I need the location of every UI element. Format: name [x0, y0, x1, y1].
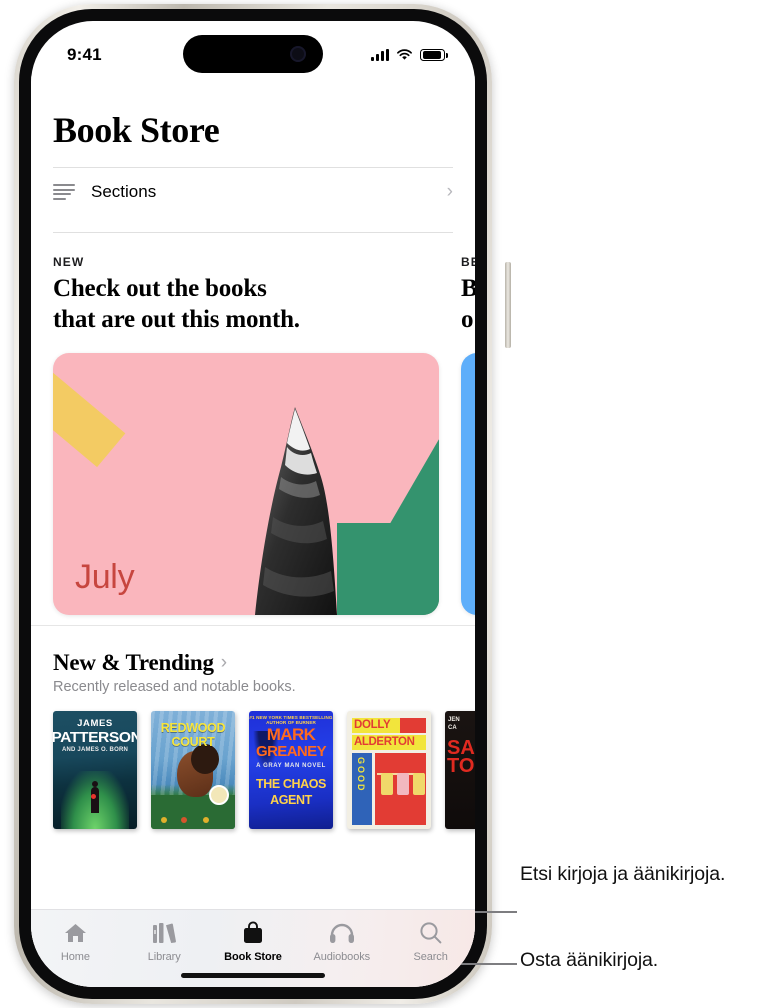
power-button[interactable]	[505, 262, 511, 348]
new-and-trending-section: New & Trending › Recently released and n…	[31, 626, 475, 695]
callout-text-audiobooks: Osta äänikirjoja.	[520, 949, 659, 971]
dynamic-island	[183, 35, 323, 73]
book-cover[interactable]: JAMES PATTERSON AND JAMES O. BORN	[53, 711, 137, 829]
card-headline-line1: Check out the books	[53, 275, 267, 302]
artwork-month-label: July	[75, 558, 135, 596]
book-cover[interactable]: JEN CA SA HT TO	[445, 711, 475, 829]
tab-search[interactable]: Search	[386, 920, 475, 963]
cover-series-label: A GRAY MAN NOVEL	[256, 763, 326, 769]
tab-book-store[interactable]: Book Store	[209, 920, 298, 963]
featured-carousel[interactable]: NEW Check out the books that are out thi…	[31, 233, 475, 621]
front-camera-lens	[290, 46, 306, 62]
cover-top-line: #1 NEW YORK TIMES BESTSELLING AUTHOR OF …	[249, 715, 333, 725]
phone-frame: 9:41 Book Store Sections › NEW Check out…	[14, 4, 511, 1004]
cover-author-line1: JAMES	[77, 718, 113, 729]
status-bar-time: 9:41	[67, 45, 102, 64]
cellular-signal-icon	[371, 49, 389, 61]
card-headline: B o	[461, 274, 475, 335]
cover-figure-art	[91, 781, 99, 813]
search-icon	[419, 920, 443, 946]
sections-label: Sections	[91, 182, 157, 201]
page-title: Book Store	[53, 110, 220, 150]
cover-title-fragment: SA HT TO	[447, 737, 475, 778]
cover-author-line2: PATTERSON	[53, 729, 137, 746]
cover-note-art	[400, 718, 426, 733]
tab-label: Book Store	[224, 951, 282, 963]
card-artwork[interactable]: July	[53, 353, 439, 615]
headphones-icon	[329, 920, 355, 946]
featured-card[interactable]: BE B o	[461, 255, 475, 615]
cover-red-dot-art	[91, 794, 96, 799]
book-cover[interactable]: REDWOOD COURT	[151, 711, 235, 829]
home-indicator[interactable]	[181, 973, 325, 978]
cover-garment-art	[397, 773, 409, 795]
cover-author-line3: AND JAMES O. BORN	[61, 747, 129, 753]
tab-label: Home	[60, 951, 90, 963]
section-title: New & Trending	[53, 650, 214, 675]
book-store-app: Book Store Sections › NEW Check out the …	[31, 75, 475, 987]
battery-icon	[420, 48, 448, 62]
home-icon	[63, 920, 88, 946]
sections-list-icon	[53, 184, 75, 200]
card-headline-line1: B	[461, 275, 475, 302]
cover-flower-art	[181, 817, 187, 823]
card-headline-line2: that are out this month.	[53, 305, 300, 333]
book-cover[interactable]: #1 NEW YORK TIMES BESTSELLING AUTHOR OF …	[249, 711, 333, 829]
card-artwork[interactable]	[461, 353, 475, 615]
cover-award-badge-art	[209, 785, 229, 805]
wifi-icon	[397, 49, 412, 60]
tab-library[interactable]: Library	[120, 920, 209, 963]
tab-home[interactable]: Home	[31, 920, 120, 963]
phone-bezel: 9:41 Book Store Sections › NEW Check out…	[19, 9, 487, 999]
cover-garment-art	[381, 773, 393, 795]
callout-text-search: Etsi kirjoja ja äänikirjoja.	[520, 863, 726, 885]
cover-author-line2: CA	[448, 725, 457, 731]
status-bar-indicators	[371, 48, 448, 62]
card-eyebrow: BE	[461, 255, 475, 269]
tab-label: Search	[413, 951, 448, 963]
tab-label: Library	[147, 951, 181, 963]
cover-flower-art	[161, 817, 167, 823]
cover-author-line1: JEN	[448, 717, 460, 723]
mountain-photo	[255, 407, 337, 615]
cover-author-line2: ALDERTON	[354, 736, 415, 748]
tab-label: Audiobooks	[313, 951, 371, 963]
sections-button[interactable]: Sections ›	[31, 168, 475, 216]
ruler-arm-left	[53, 353, 126, 468]
screenshot-root: 9:41 Book Store Sections › NEW Check out…	[0, 0, 774, 1008]
shopping-bag-icon	[242, 920, 264, 946]
card-headline-line2: o	[461, 305, 474, 333]
tab-audiobooks[interactable]: Audiobooks	[297, 920, 386, 963]
cover-author-line1: MARK	[266, 725, 316, 744]
cover-author-line1: DOLLY	[354, 719, 391, 731]
featured-card[interactable]: NEW Check out the books that are out thi…	[53, 255, 439, 615]
cover-title-line2: COURT	[171, 735, 215, 749]
cover-title-line2: AGENT	[270, 793, 312, 807]
chevron-right-icon: ›	[446, 181, 453, 202]
cover-flower-art	[203, 817, 209, 823]
cover-title-vertical: GOOD	[356, 757, 366, 793]
book-cover[interactable]: DOLLY ALDERTON GOOD	[347, 711, 431, 829]
cover-author-line2: GREANEY	[256, 743, 327, 760]
section-title-row[interactable]: New & Trending ›	[53, 650, 453, 676]
cover-title-line1: THE CHAOS	[255, 777, 326, 791]
library-icon	[152, 920, 177, 946]
chevron-right-icon: ›	[220, 652, 227, 673]
cover-garment-art	[413, 773, 425, 795]
section-subtitle: Recently released and notable books.	[53, 679, 296, 695]
phone-screen: 9:41 Book Store Sections › NEW Check out…	[31, 21, 475, 987]
cover-title-line1: REDWOOD	[160, 721, 226, 735]
card-headline: Check out the books that are out this mo…	[53, 274, 439, 335]
book-covers-row[interactable]: JAMES PATTERSON AND JAMES O. BORN REDWOO…	[31, 695, 475, 829]
card-eyebrow: NEW	[53, 255, 85, 269]
